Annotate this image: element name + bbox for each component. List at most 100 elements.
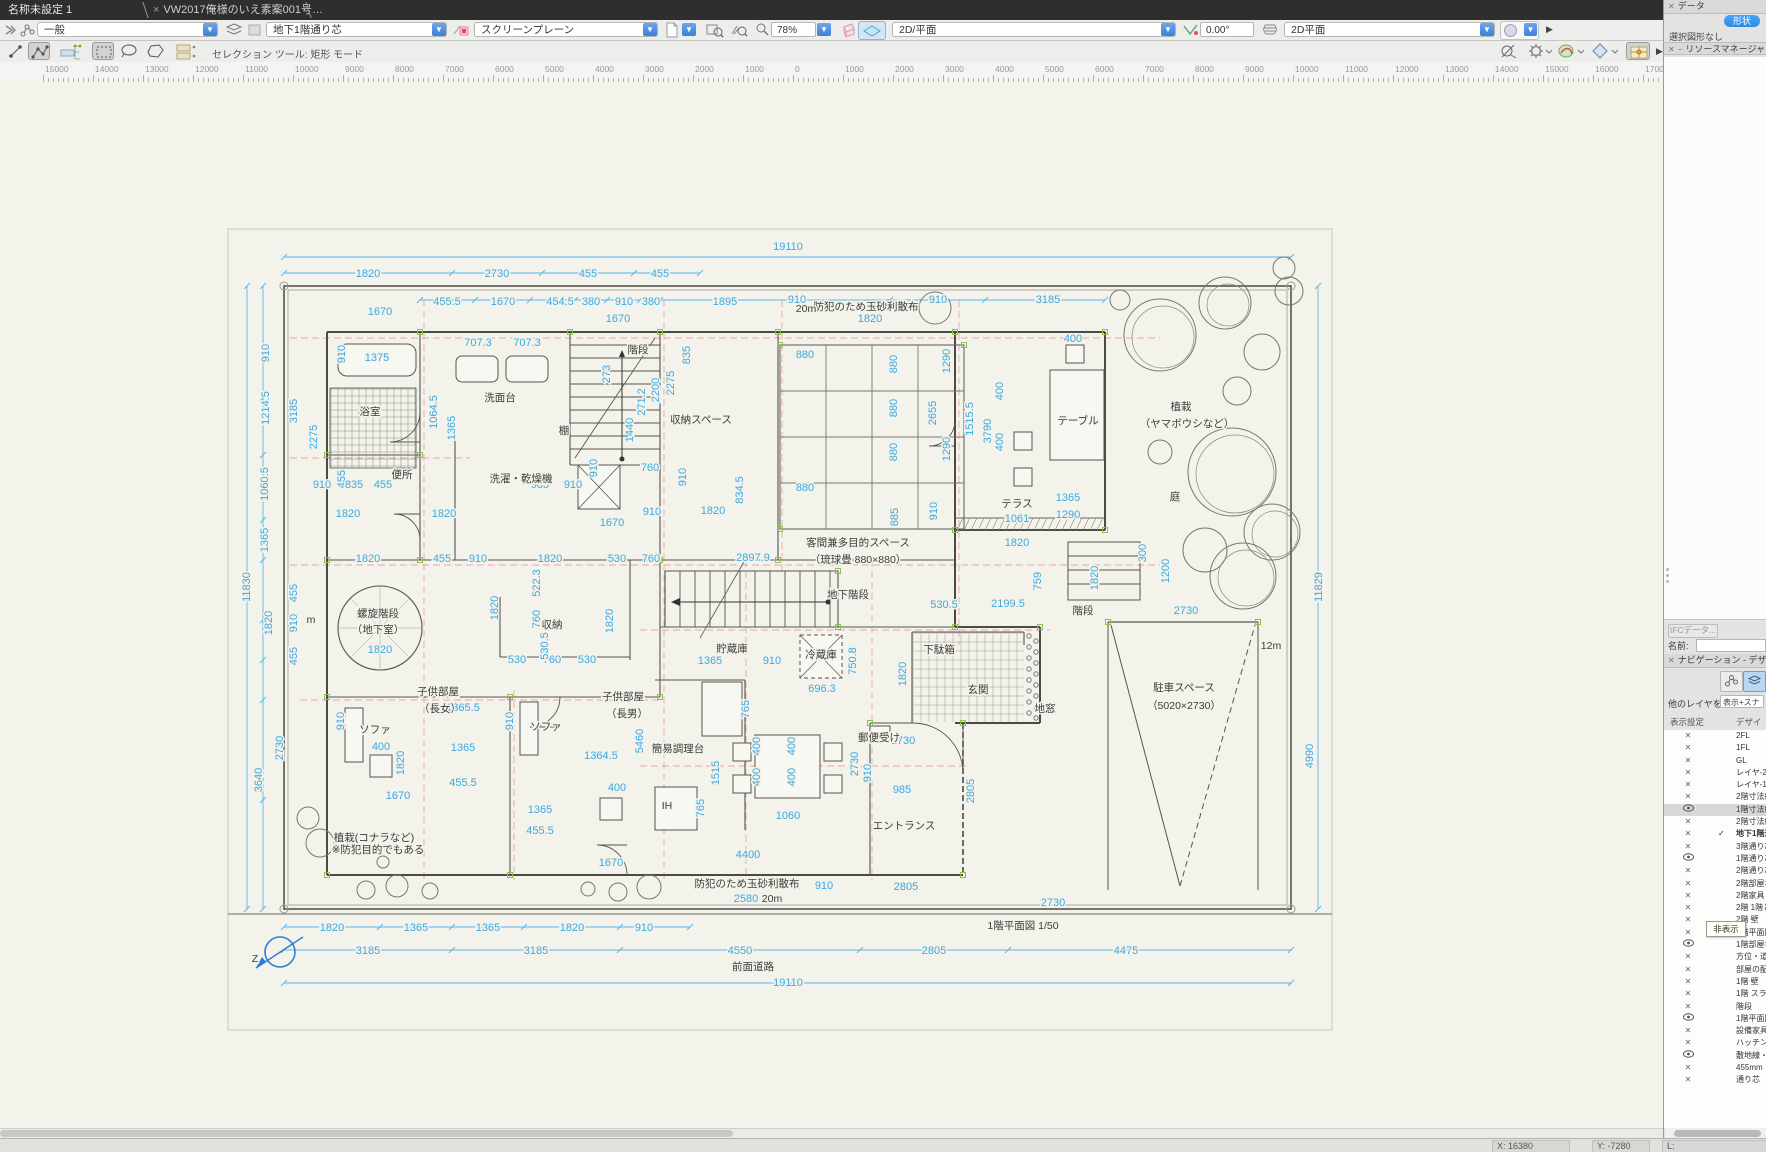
layer-row[interactable]: ✕455mm — [1664, 1062, 1766, 1074]
constrain-mode-icon[interactable] — [60, 43, 82, 60]
zoom-icon[interactable] — [756, 23, 769, 36]
wall-preferences-icon[interactable] — [452, 23, 470, 37]
snap-grid-icon[interactable] — [1558, 43, 1584, 59]
close-icon[interactable]: ✕ — [1668, 656, 1675, 665]
layer-row[interactable]: ✕1階 壁 — [1664, 976, 1766, 988]
visible-eye-icon[interactable] — [1682, 939, 1694, 951]
plane-mode-dropdown[interactable]: スクリーンプレーン▼ — [474, 22, 658, 37]
name-input[interactable] — [1696, 639, 1766, 652]
layer-row[interactable]: 敷地線・道 — [1664, 1050, 1766, 1062]
sidebar-hscroll-thumb[interactable] — [1674, 1130, 1761, 1137]
layer-row[interactable]: ✕2FL — [1664, 730, 1766, 742]
render-style-button[interactable]: ▼ — [1500, 21, 1539, 40]
layer-row[interactable]: ✕2階 1階と — [1664, 902, 1766, 914]
tab-vw2017[interactable]: ×VW2017俺様のいえ素案001号… — [153, 0, 323, 20]
hidden-x-icon[interactable]: ✕ — [1682, 988, 1694, 1000]
layers-icon[interactable] — [226, 23, 242, 37]
page-icon[interactable] — [664, 22, 680, 38]
hidden-x-icon[interactable]: ✕ — [1682, 742, 1694, 754]
hidden-x-icon[interactable]: ✕ — [1682, 841, 1694, 853]
hidden-x-icon[interactable]: ✕ — [1682, 816, 1694, 828]
hidden-x-icon[interactable]: ✕ — [1682, 1062, 1694, 1074]
layer-row[interactable]: ✕2階寸法線 — [1664, 791, 1766, 803]
toolbar-overflow-arrow[interactable]: ▶ — [1546, 24, 1553, 35]
lasso-select-mode[interactable] — [118, 42, 140, 60]
chevron-down-icon[interactable]: ▼ — [1161, 23, 1175, 36]
no-snap-icon[interactable] — [1500, 44, 1517, 59]
hidden-x-icon[interactable]: ✕ — [1682, 828, 1694, 840]
zoom-chevron-icon[interactable]: ▼ — [817, 23, 831, 36]
other-layers-dropdown[interactable]: 表示+スナ — [1720, 695, 1764, 708]
render-stack-icon[interactable] — [1262, 22, 1278, 38]
hscroll-thumb[interactable] — [0, 1130, 733, 1137]
selection-options-icon[interactable] — [176, 43, 198, 60]
polygon-select-mode[interactable] — [144, 42, 166, 60]
hidden-x-icon[interactable]: ✕ — [1682, 951, 1694, 963]
hidden-x-icon[interactable]: ✕ — [1682, 964, 1694, 976]
ifc-data-button[interactable]: IFCデータ... — [1668, 624, 1718, 638]
hidden-x-icon[interactable]: ✕ — [1682, 779, 1694, 791]
hidden-x-icon[interactable]: ✕ — [1682, 730, 1694, 742]
tab-shape[interactable]: 形状 — [1724, 15, 1760, 27]
layer-row[interactable]: ✕レイヤ-1 — [1664, 779, 1766, 791]
hidden-x-icon[interactable]: ✕ — [1682, 878, 1694, 890]
rectangle-select-mode[interactable] — [92, 42, 114, 60]
tab-untitled[interactable]: 名称未設定 1 — [8, 0, 72, 20]
fit-page-icon[interactable] — [706, 22, 724, 38]
zoom-level-input[interactable]: 78% — [771, 22, 816, 37]
interactive-scale-icon[interactable] — [8, 44, 24, 59]
hidden-x-icon[interactable]: ✕ — [1682, 927, 1694, 939]
snap-object-icon[interactable] — [1592, 43, 1618, 59]
saved-views-button[interactable] — [1720, 671, 1743, 692]
layer-row[interactable]: ✕階段 — [1664, 1001, 1766, 1013]
history-back-icon[interactable] — [4, 24, 16, 36]
layer-row[interactable]: ✕1FL — [1664, 742, 1766, 754]
layer-row[interactable]: ✕3階通り芯 — [1664, 841, 1766, 853]
layer-row[interactable]: 1階寸法線 — [1664, 804, 1766, 816]
layer-row[interactable]: 1階平面図 — [1664, 1013, 1766, 1025]
layer-row[interactable]: ✕2階通り芯 — [1664, 865, 1766, 877]
chevron-down-icon[interactable]: ▼ — [643, 23, 657, 36]
hidden-x-icon[interactable]: ✕ — [1682, 914, 1694, 926]
collapse-icon[interactable]: − — [1678, 45, 1683, 54]
hidden-x-icon[interactable]: ✕ — [1682, 767, 1694, 779]
chevron-down-icon[interactable]: ▼ — [432, 23, 446, 36]
hidden-x-icon[interactable]: ✕ — [1682, 1001, 1694, 1013]
angle-input[interactable]: 0.00° — [1200, 22, 1254, 37]
visible-eye-icon[interactable] — [1682, 1050, 1694, 1062]
chevron-down-icon[interactable]: ▼ — [1524, 23, 1537, 36]
layer-row[interactable]: ✕✓地下1階通り芯 — [1664, 828, 1766, 840]
visible-eye-icon[interactable] — [1682, 1013, 1694, 1025]
saved-view-dropdown[interactable]: 一般▼ — [37, 22, 218, 37]
layer-row[interactable]: ✕2階寸法線 — [1664, 816, 1766, 828]
sidebar-hscrollbar[interactable] — [1665, 1128, 1766, 1138]
close-icon[interactable]: ✕ — [1668, 45, 1675, 54]
layer-row[interactable]: ✕2階家具レ — [1664, 890, 1766, 902]
hidden-x-icon[interactable]: ✕ — [1682, 890, 1694, 902]
active-plane-button[interactable] — [858, 21, 886, 40]
layer-row[interactable]: ✕レイヤ-2 — [1664, 767, 1766, 779]
drawing-canvas[interactable]: 1911018202730455455455.51670454.53809103… — [0, 82, 1663, 1138]
resource-list[interactable] — [1664, 57, 1766, 620]
layer-row[interactable]: ✕2階部屋名 — [1664, 878, 1766, 890]
hidden-x-icon[interactable]: ✕ — [1682, 1074, 1694, 1086]
toolbar-overflow-arrow[interactable]: ▶ — [1656, 46, 1663, 57]
chevron-down-icon[interactable]: ▼ — [203, 23, 217, 36]
hidden-x-icon[interactable]: ✕ — [1682, 1037, 1694, 1049]
close-icon[interactable]: ✕ — [1668, 2, 1675, 11]
hidden-x-icon[interactable]: ✕ — [1682, 1025, 1694, 1037]
hidden-x-icon[interactable]: ✕ — [1682, 755, 1694, 767]
layer-row[interactable]: 1階部屋名 — [1664, 939, 1766, 951]
design-layers-button[interactable] — [1743, 671, 1766, 692]
layer-row[interactable]: ✕ハッチング — [1664, 1037, 1766, 1049]
settings-gear-icon[interactable] — [1528, 43, 1552, 59]
layer-row[interactable]: 1階通り芯 — [1664, 853, 1766, 865]
hidden-x-icon[interactable]: ✕ — [1682, 902, 1694, 914]
drag-mode-button[interactable] — [28, 42, 50, 60]
visible-eye-icon[interactable] — [1682, 853, 1694, 865]
navigation-palette-header[interactable]: ✕ナビゲーション - デザイ — [1664, 654, 1766, 668]
layer-row[interactable]: ✕方位・道路 — [1664, 951, 1766, 963]
chevron-down-icon[interactable]: ▼ — [1480, 23, 1494, 36]
canvas-hscrollbar[interactable] — [0, 1128, 1663, 1138]
tab-close-icon[interactable]: × — [153, 4, 159, 16]
